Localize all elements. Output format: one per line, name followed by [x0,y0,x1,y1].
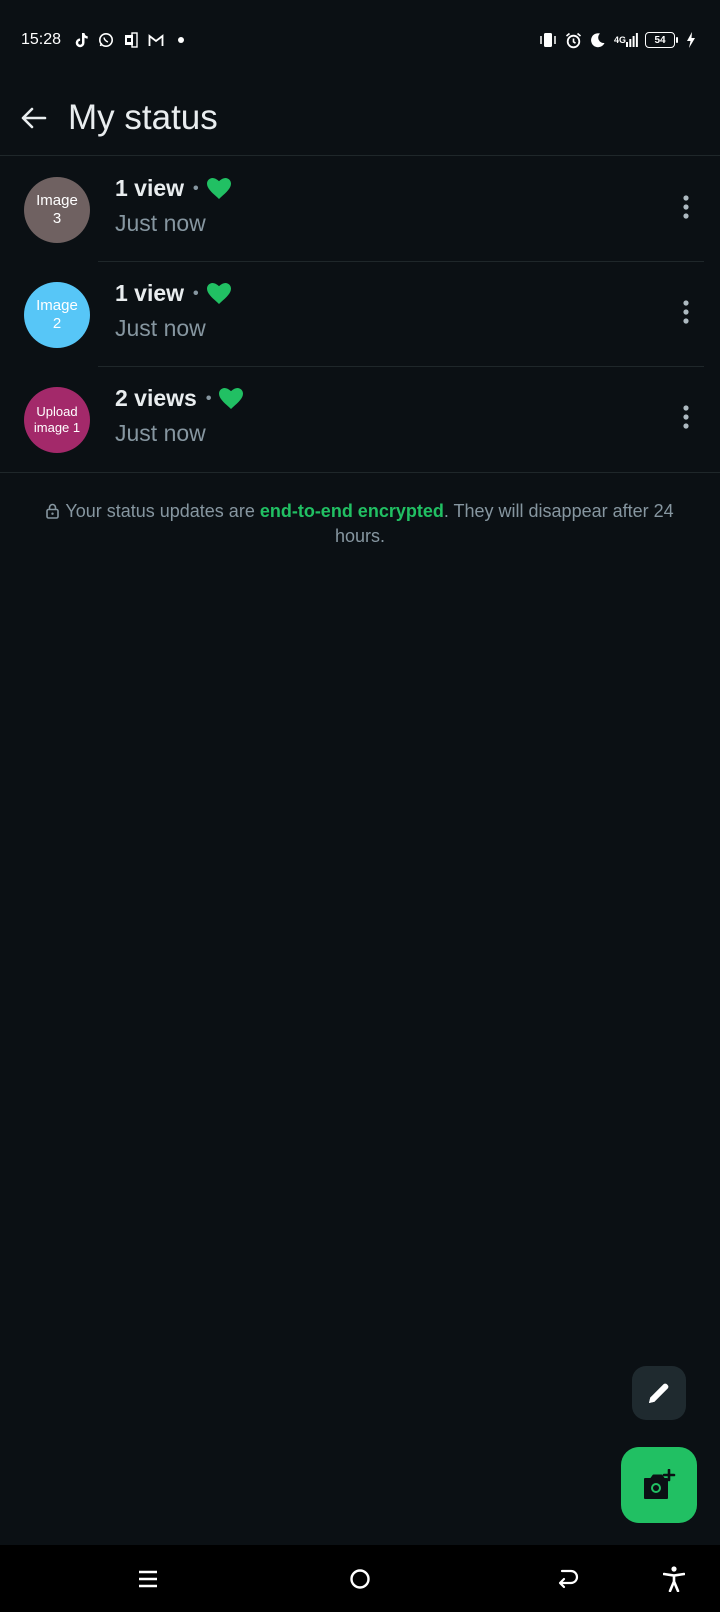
vibrate-icon [539,31,557,49]
separator-dot: • [193,179,199,197]
more-vert-icon [683,195,689,219]
office-icon [122,31,140,49]
accessibility-icon [663,1566,685,1592]
lock-icon [46,502,60,525]
back-nav-button[interactable] [548,1559,588,1599]
text-status-button[interactable] [632,1366,686,1420]
back-icon [558,1569,579,1589]
gmail-icon [147,31,165,49]
heart-icon [206,178,231,199]
whatsapp-icon [97,31,115,49]
views-line: 1 view • [115,280,231,307]
status-list: Image 3 1 view • Just now Image 2 1 view… [0,157,720,473]
alarm-icon [564,31,582,49]
divider [0,472,720,473]
status-time: Just now [115,210,206,236]
thumbnail-label: Upload image 1 [33,403,81,435]
more-options-button[interactable] [666,183,706,231]
system-status-bar: 15:28 4G 54 [0,0,720,80]
do-not-disturb-moon-icon [589,31,607,49]
thumbnail-label: Image 2 [36,296,78,332]
more-vert-icon [683,405,689,429]
camera-status-button[interactable] [621,1447,697,1523]
notification-dot-icon [172,31,190,49]
status-item[interactable]: Image 2 1 view • Just now [0,262,720,367]
system-navigation-bar [0,1545,720,1612]
status-time: Just now [115,315,206,341]
encryption-prefix: Your status updates are [65,501,260,521]
status-thumbnail[interactable]: Image 3 [24,176,90,243]
more-options-button[interactable] [666,393,706,441]
status-info: 2 views • Just now [115,385,244,447]
heart-icon [219,388,244,409]
separator-dot: • [193,284,199,302]
more-options-button[interactable] [666,288,706,336]
views-line: 2 views • [115,385,244,412]
status-time: Just now [115,420,206,446]
status-thumbnail[interactable]: Upload image 1 [24,386,90,453]
status-bar-right: 4G 54 [539,31,700,49]
views-line: 1 view • [115,175,231,202]
accessibility-button[interactable] [654,1559,694,1599]
back-button[interactable] [6,90,62,146]
home-circle-icon [350,1569,370,1589]
thumbnail-label: Image 3 [36,191,78,227]
page-title: My status [68,97,218,137]
charging-icon [682,31,700,49]
separator-dot: • [205,389,212,407]
status-info: 1 view • Just now [115,280,231,342]
encryption-notice: Your status updates are end-to-end encry… [30,500,690,548]
status-bar-left: 15:28 [21,31,190,49]
pencil-icon [649,1383,669,1403]
more-vert-icon [683,300,689,324]
app-bar: My status [0,80,720,156]
status-item[interactable]: Upload image 1 2 views • Just now [0,367,720,472]
tiktok-icon [72,31,90,49]
view-count: 2 views [115,385,197,411]
clock: 15:28 [21,31,62,48]
status-info: 1 view • Just now [115,175,231,237]
battery-level: 54 [654,34,666,46]
menu-icon [139,1570,157,1588]
signal-icon: 4G [614,31,638,49]
camera-add-icon [644,1469,676,1499]
arrow-left-icon [21,107,47,128]
battery-icon: 54 [645,32,678,48]
status-item[interactable]: Image 3 1 view • Just now [0,157,720,262]
heart-icon [206,283,231,304]
encryption-link[interactable]: end-to-end encrypted [260,501,444,521]
view-count: 1 view [115,175,185,201]
status-thumbnail[interactable]: Image 2 [24,281,90,348]
home-button[interactable] [340,1559,380,1599]
view-count: 1 view [115,280,185,306]
recent-apps-button[interactable] [128,1559,168,1599]
